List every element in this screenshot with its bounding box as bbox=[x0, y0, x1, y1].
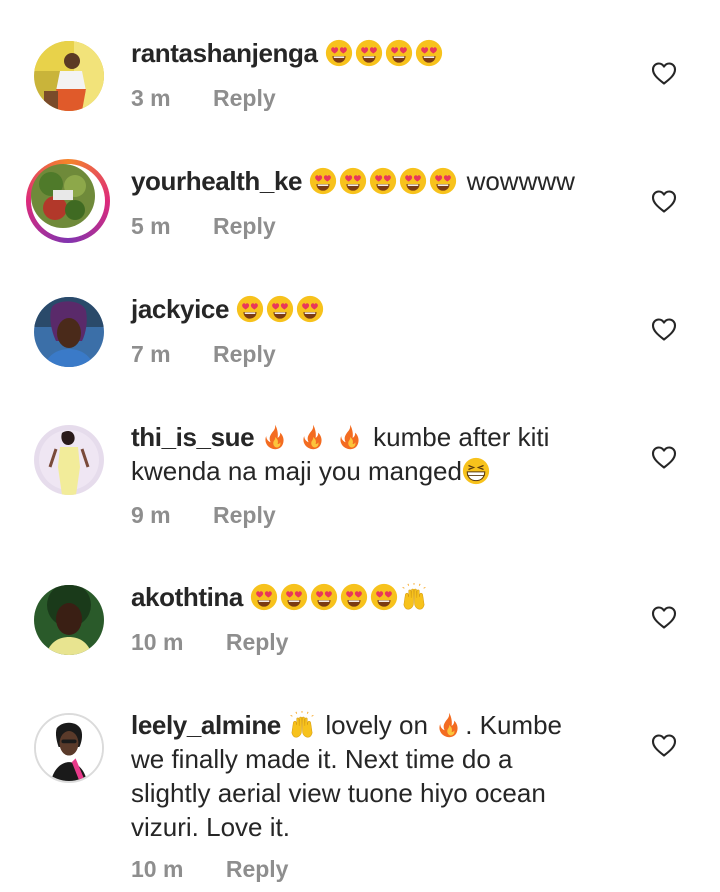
heart-eyes-emoji-icon bbox=[310, 583, 338, 611]
reply-button[interactable]: Reply bbox=[213, 341, 276, 368]
heart-eyes-emoji-icon bbox=[280, 583, 308, 611]
comment-username[interactable]: jackyice bbox=[131, 294, 229, 324]
heart-eyes-emoji-icon bbox=[385, 39, 413, 67]
heart-eyes-emoji-icon bbox=[415, 39, 443, 67]
avatar[interactable] bbox=[34, 297, 104, 367]
fire-emoji-icon bbox=[261, 423, 289, 451]
comment-text-part2: . Kumbe bbox=[465, 710, 563, 740]
emoji-row bbox=[261, 422, 373, 452]
heart-eyes-emoji-icon bbox=[339, 167, 367, 195]
fire-emoji-icon bbox=[299, 423, 327, 451]
comment-text-line2: we finally made it. Next time do a bbox=[131, 744, 513, 774]
comment-username[interactable]: rantashanjenga bbox=[131, 38, 318, 68]
heart-eyes-emoji-icon bbox=[309, 167, 337, 195]
avatar[interactable] bbox=[34, 41, 104, 111]
comment-text-part1: lovely on bbox=[325, 710, 428, 740]
comment-text-line3: slightly aerial view tuone hiyo ocean bbox=[131, 778, 546, 808]
avatar-story-ring[interactable] bbox=[26, 159, 110, 243]
fire-emoji-icon bbox=[435, 711, 463, 739]
comment-username[interactable]: yourhealth_ke bbox=[131, 166, 302, 196]
heart-eyes-emoji-icon bbox=[399, 167, 427, 195]
comment-username[interactable]: akothtina bbox=[131, 582, 243, 612]
like-heart-icon[interactable] bbox=[651, 189, 677, 213]
like-heart-icon[interactable] bbox=[651, 61, 677, 85]
avatar[interactable] bbox=[34, 585, 104, 655]
heart-eyes-emoji-icon bbox=[340, 583, 368, 611]
raised-hands-emoji-icon bbox=[400, 583, 428, 611]
like-heart-icon[interactable] bbox=[651, 605, 677, 629]
raised-hands-emoji-icon bbox=[288, 711, 316, 739]
heart-eyes-emoji-icon bbox=[250, 583, 278, 611]
reply-button[interactable]: Reply bbox=[213, 502, 276, 529]
comment-text-line1: kumbe after kiti bbox=[373, 422, 550, 452]
heart-eyes-emoji-icon bbox=[369, 167, 397, 195]
emoji-row bbox=[250, 582, 430, 612]
emoji-row bbox=[309, 166, 466, 196]
comment-text: wowwww bbox=[466, 166, 575, 196]
avatar[interactable] bbox=[34, 425, 104, 495]
heart-eyes-emoji-icon bbox=[266, 295, 294, 323]
heart-eyes-emoji-icon bbox=[236, 295, 264, 323]
comment-text-line2: kwenda na maji you manged bbox=[131, 456, 462, 486]
reply-button[interactable]: Reply bbox=[213, 213, 276, 240]
fire-emoji-icon bbox=[336, 423, 364, 451]
like-heart-icon[interactable] bbox=[651, 733, 677, 757]
grin-squint-emoji-icon bbox=[462, 457, 490, 485]
like-heart-icon[interactable] bbox=[651, 445, 677, 469]
comment-timestamp: 9 m bbox=[131, 502, 171, 528]
comment-timestamp: 5 m bbox=[131, 213, 171, 239]
heart-eyes-emoji-icon bbox=[355, 39, 383, 67]
comment-username[interactable]: leely_almine bbox=[131, 710, 281, 740]
comment-timestamp: 10 m bbox=[131, 856, 184, 882]
heart-eyes-emoji-icon bbox=[296, 295, 324, 323]
comment-timestamp: 3 m bbox=[131, 85, 171, 111]
reply-button[interactable]: Reply bbox=[213, 85, 276, 112]
like-heart-icon[interactable] bbox=[651, 317, 677, 341]
comment-timestamp: 7 m bbox=[131, 341, 171, 367]
comment-timestamp: 10 m bbox=[131, 629, 184, 655]
emoji-row bbox=[325, 38, 445, 68]
avatar[interactable] bbox=[34, 713, 104, 783]
heart-eyes-emoji-icon bbox=[429, 167, 457, 195]
reply-button[interactable]: Reply bbox=[226, 856, 289, 883]
comment-text-line4: vizuri. Love it. bbox=[131, 812, 290, 842]
reply-button[interactable]: Reply bbox=[226, 629, 289, 656]
emoji-row bbox=[236, 294, 326, 324]
heart-eyes-emoji-icon bbox=[370, 583, 398, 611]
heart-eyes-emoji-icon bbox=[325, 39, 353, 67]
comment-username[interactable]: thi_is_sue bbox=[131, 422, 255, 452]
